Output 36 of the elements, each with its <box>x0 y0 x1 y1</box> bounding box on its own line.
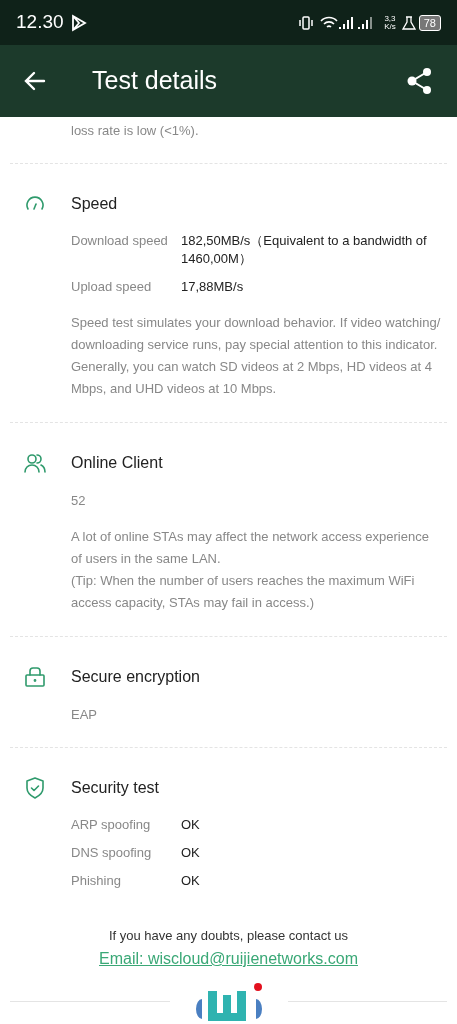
row-value: 182,50MB/s（Equivalent to a bandwidth of 1460,00M） <box>181 231 428 268</box>
contact-text: If you have any doubts, please contact us <box>108 926 349 945</box>
row-value: OK <box>181 871 200 890</box>
flask-icon <box>401 15 416 30</box>
intro-text: loss rate is low (<1%). <box>71 122 200 140</box>
clock: 12.30 <box>16 10 64 35</box>
vibrate-icon <box>298 15 315 30</box>
description-text: Speed test simulates your download behavior. If video watching/ downloading service runs, pay special attention to this indicator. Generally, you can watch SD videos at 2 Mbps, HD videos at 4 Mbps, and UHD videos at 10 Mbps. <box>71 313 442 398</box>
row-label: Phishing <box>71 871 122 890</box>
network-speed: 3,3 <box>384 14 396 23</box>
section-value: 52 <box>71 491 87 510</box>
section-title: Speed <box>71 193 118 214</box>
logo-icon <box>193 981 264 1021</box>
row-label: DNS spoofing <box>71 843 153 862</box>
email-link[interactable]: Email: wiscloud@ruijienetworks.com <box>99 947 358 971</box>
section-title: Secure encryption <box>71 667 200 687</box>
shield-check-icon <box>23 775 47 800</box>
section-value: EAP <box>71 706 98 724</box>
share-icon[interactable] <box>407 67 433 95</box>
row-label: ARP spoofing <box>71 815 152 834</box>
section-title: Online Client <box>71 452 163 473</box>
battery-indicator: 78 <box>418 14 441 31</box>
row-label: Download speed <box>71 231 169 250</box>
play-icon <box>70 13 87 32</box>
page-title: Test details <box>92 65 218 97</box>
row-value: OK <box>181 843 200 862</box>
row-label: Upload speed <box>71 277 153 296</box>
description-text: A lot of online STAs may affect the network access experience of users in the same LAN. <box>71 528 430 568</box>
description-text: (Tip: When the number of users reaches the maximum WiFi access capacity, STAs may fail in access.) <box>71 572 416 612</box>
row-value: OK <box>181 815 200 834</box>
back-arrow-icon[interactable] <box>24 71 46 91</box>
row-value: 17,88MB/s <box>181 277 244 296</box>
lock-icon <box>23 665 47 689</box>
wifi-icon <box>320 15 339 30</box>
section-title: Security test <box>71 777 160 798</box>
network-speed-unit: K/s <box>384 22 396 31</box>
